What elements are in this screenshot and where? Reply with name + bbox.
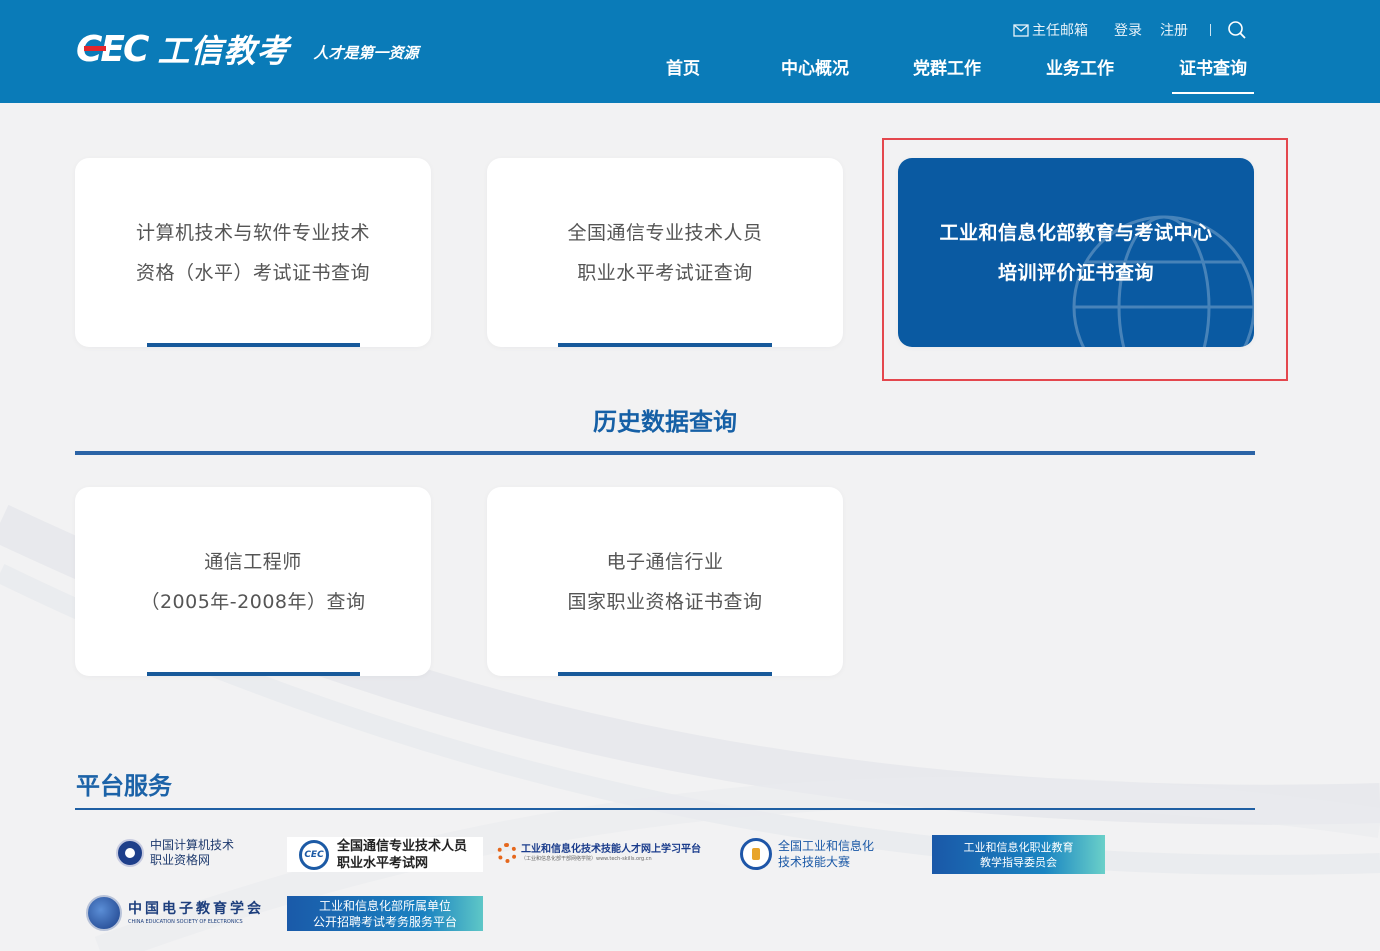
card-telecom-query[interactable]: 全国通信专业技术人员 职业水平考试证查询 bbox=[487, 158, 843, 347]
platform-section-title: 平台服务 bbox=[76, 772, 172, 800]
top-links: 主任邮箱 登录 注册 bbox=[1013, 20, 1247, 40]
globe-watermark-icon bbox=[1072, 215, 1254, 347]
card-line-1: 计算机技术与软件专业技术 bbox=[135, 221, 370, 244]
partner-link-telecom-exam[interactable]: CEC 全国通信专业技术人员 职业水平考试网 bbox=[287, 837, 483, 872]
contest-logo-icon bbox=[740, 838, 772, 870]
mail-link[interactable]: 主任邮箱 bbox=[1013, 20, 1088, 40]
nav-business[interactable]: 业务工作 bbox=[1046, 58, 1114, 94]
history-section-title: 历史数据查询 bbox=[593, 408, 737, 436]
partner-line-2: 技术技能大赛 bbox=[778, 855, 851, 869]
card-telecom-engineer-query[interactable]: 通信工程师 （2005年-2008年）查询 bbox=[75, 487, 431, 676]
partner-link-skills-contest[interactable]: 全国工业和信息化 技术技能大赛 bbox=[740, 838, 874, 870]
login-link[interactable]: 登录 bbox=[1114, 20, 1142, 40]
partner-line-1: 全国工业和信息化 bbox=[778, 839, 875, 853]
card-accent-bar bbox=[558, 672, 772, 676]
card-line-1: 电子通信行业 bbox=[606, 550, 724, 573]
partner-link-recruitment-platform[interactable]: 工业和信息化部所属单位 公开招聘考试考务服务平台 bbox=[287, 896, 483, 931]
card-accent-bar bbox=[147, 343, 360, 347]
card-computer-software-query[interactable]: 计算机技术与软件专业技术 资格（水平）考试证书查询 bbox=[75, 158, 431, 347]
card-line-2: 资格（水平）考试证书查询 bbox=[135, 261, 370, 284]
search-icon[interactable] bbox=[1227, 20, 1247, 40]
gear-logo-icon bbox=[497, 843, 517, 863]
partner-line-1: 中国电子教育学会 bbox=[128, 901, 264, 917]
register-link[interactable]: 注册 bbox=[1160, 20, 1188, 40]
card-accent-bar bbox=[147, 672, 360, 676]
partner-line-2: CHINA EDUCATION SOCIETY OF ELECTRONICS bbox=[128, 919, 243, 925]
card-line-2: 职业水平考试证查询 bbox=[577, 261, 753, 284]
partner-line-2: 教学指导委员会 bbox=[980, 855, 1057, 869]
site-header: CEC 工信教考 人才是第一资源 主任邮箱 登录 注册 首页 中心概况 党群工作… bbox=[0, 0, 1380, 103]
card-line-2: 国家职业资格证书查询 bbox=[567, 590, 763, 613]
card-line-1: 全国通信专业技术人员 bbox=[567, 221, 763, 244]
partner-line-1: 工业和信息化职业教育 bbox=[963, 840, 1074, 854]
globe-logo-icon bbox=[86, 895, 122, 931]
partner-line-2: 职业水平考试网 bbox=[337, 855, 429, 871]
partner-line-1: 中国计算机技术 bbox=[150, 838, 235, 852]
platform-section-rule bbox=[75, 808, 1255, 810]
ncre-logo-icon bbox=[116, 839, 144, 867]
partner-line-2: 公开招聘考试考务服务平台 bbox=[312, 914, 457, 929]
nav-party[interactable]: 党群工作 bbox=[913, 58, 981, 94]
mail-link-label: 主任邮箱 bbox=[1032, 23, 1088, 39]
cec-badge-icon: CEC bbox=[299, 839, 329, 870]
partner-line-2: （工业和信息化部干部网络学院）www.tech-skills.org.cn bbox=[521, 855, 652, 862]
card-line-2: （2005年-2008年）查询 bbox=[140, 590, 366, 613]
mail-icon bbox=[1013, 23, 1029, 37]
nav-about[interactable]: 中心概况 bbox=[781, 58, 849, 94]
card-training-evaluation-query[interactable]: 工业和信息化部教育与考试中心 培训评价证书查询 bbox=[898, 158, 1254, 347]
card-line-1: 通信工程师 bbox=[204, 550, 302, 573]
partner-link-vocational-committee[interactable]: 工业和信息化职业教育 教学指导委员会 bbox=[932, 835, 1105, 874]
main-nav: 首页 中心概况 党群工作 业务工作 证书查询 bbox=[0, 58, 1380, 98]
card-accent-bar bbox=[558, 343, 772, 347]
partner-line-1: 工业和信息化技术技能人才网上学习平台 bbox=[521, 843, 701, 855]
partner-link-skills-platform[interactable]: 工业和信息化技术技能人才网上学习平台 （工业和信息化部干部网络学院）www.te… bbox=[497, 843, 701, 863]
partner-line-1: 工业和信息化部所属单位 bbox=[318, 898, 451, 913]
partner-line-1: 全国通信专业技术人员 bbox=[337, 838, 468, 854]
partner-link-ncre[interactable]: 中国计算机技术 职业资格网 bbox=[116, 838, 234, 868]
partner-line-2: 职业资格网 bbox=[150, 853, 211, 867]
partner-link-cies[interactable]: 中国电子教育学会 CHINA EDUCATION SOCIETY OF ELEC… bbox=[86, 895, 264, 931]
history-section-rule bbox=[75, 451, 1255, 455]
nav-certificate-query[interactable]: 证书查询 bbox=[1172, 58, 1254, 94]
card-electronics-vocational-query[interactable]: 电子通信行业 国家职业资格证书查询 bbox=[487, 487, 843, 676]
nav-home[interactable]: 首页 bbox=[666, 58, 700, 94]
top-links-divider bbox=[1210, 24, 1211, 36]
